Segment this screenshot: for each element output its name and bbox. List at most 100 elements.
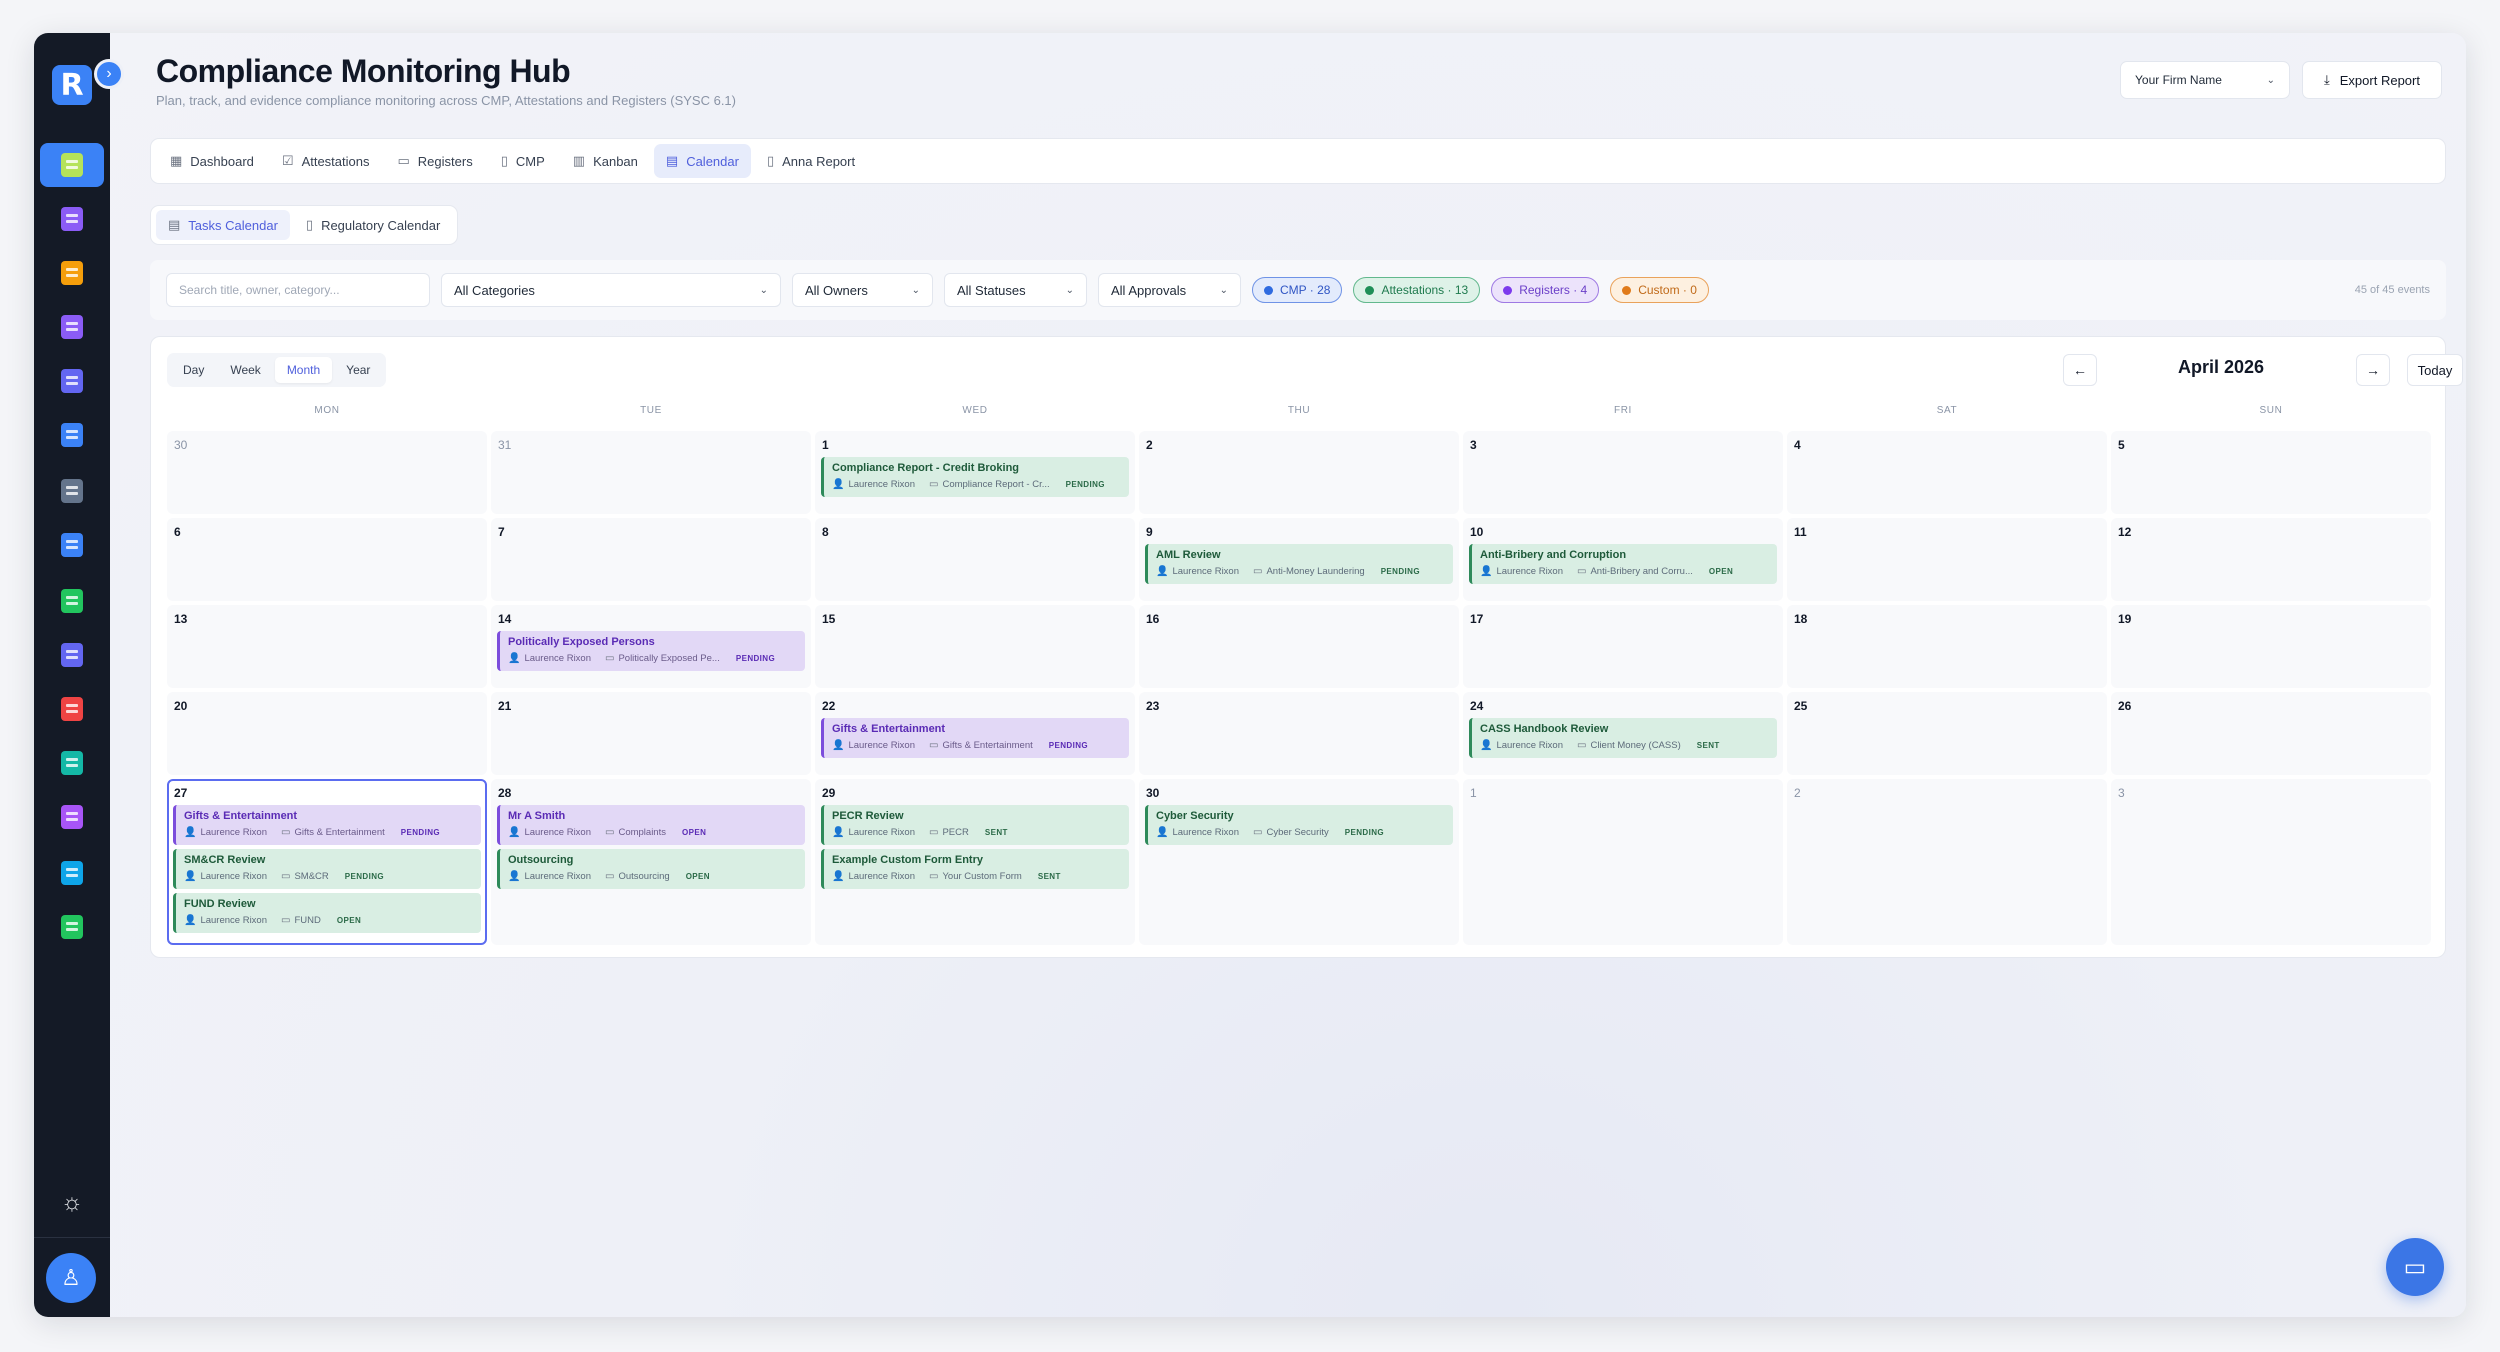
day-cell[interactable]: 3 — [2111, 779, 2431, 945]
sidebar-item-building[interactable] — [40, 251, 104, 295]
tab-kanban[interactable]: ▥ Kanban — [561, 144, 650, 178]
day-cell[interactable]: 30 — [167, 431, 487, 514]
day-cell[interactable]: 7 — [491, 518, 811, 601]
chat-button-message-icon[interactable]: ▭ — [2386, 1238, 2444, 1296]
day-cell[interactable]: 21 — [491, 692, 811, 775]
subtab-regulatory-calendar[interactable]: ▯ Regulatory Calendar — [294, 210, 452, 240]
day-cell[interactable]: 20 — [167, 692, 487, 775]
calendar-event[interactable]: Cyber Security 👤 Laurence Rixon ▭ Cyber Secu… — [1145, 805, 1453, 845]
calendar-event[interactable]: Example Custom Form Entry 👤 Laurence Rixon… — [821, 849, 1129, 889]
day-cell[interactable]: 29 PECR Review 👤 Laurence Rixon ▭ PECR SENT Exa… — [815, 779, 1135, 945]
calendar-event[interactable]: Mr A Smith 👤 Laurence Rixon ▭ Complaints OPEN — [497, 805, 805, 845]
sidebar-item-card[interactable] — [40, 905, 104, 949]
view-day-button[interactable]: Day — [171, 357, 216, 383]
category-select[interactable]: All Categories ⌄ — [441, 273, 781, 307]
day-cell[interactable]: 1 Compliance Report - Credit Broking 👤 Laur… — [815, 431, 1135, 514]
prev-month-arrow-icon[interactable]: ← — [2063, 354, 2097, 386]
view-month-button[interactable]: Month — [274, 357, 333, 383]
day-cell[interactable]: 13 — [167, 605, 487, 688]
user-avatar-button[interactable]: ♙ — [46, 1253, 96, 1303]
theme-toggle-sun-icon[interactable]: ☼ — [52, 1183, 92, 1223]
day-cell[interactable]: 10 Anti-Bribery and Corruption 👤 Laurence R… — [1463, 518, 1783, 601]
firm-select[interactable]: Your Firm Name ⌄ — [2120, 61, 2290, 99]
day-cell[interactable]: 30 Cyber Security 👤 Laurence Rixon ▭ Cyber Se… — [1139, 779, 1459, 945]
app-logo[interactable]: R — [52, 65, 92, 105]
filter-chip-cmp[interactable]: CMP · 28 — [1252, 277, 1343, 303]
day-cell[interactable]: 11 — [1787, 518, 2107, 601]
sidebar-item-policy-doc[interactable] — [40, 197, 104, 241]
calendar-event[interactable]: Outsourcing 👤 Laurence Rixon ▭ Outsourcing OP… — [497, 849, 805, 889]
day-cell[interactable]: 1 — [1463, 779, 1783, 945]
day-cell[interactable]: 15 — [815, 605, 1135, 688]
calendar-event[interactable]: FUND Review 👤 Laurence Rixon ▭ FUND OPEN — [173, 893, 481, 933]
status-select[interactable]: All Statuses ⌄ — [944, 273, 1087, 307]
sidebar-item-search-doc[interactable] — [40, 687, 104, 731]
calendar-event[interactable]: Anti-Bribery and Corruption 👤 Laurence Rix… — [1469, 544, 1777, 584]
day-cell[interactable]: 9 AML Review 👤 Laurence Rixon ▭ Anti-Money La… — [1139, 518, 1459, 601]
day-cell[interactable]: 22 Gifts & Entertainment 👤 Laurence Rixon ▭ G… — [815, 692, 1135, 775]
day-cell[interactable]: 27 Gifts & Entertainment 👤 Laurence Rixon ▭ G… — [167, 779, 487, 945]
day-cell[interactable]: 16 — [1139, 605, 1459, 688]
calendar-event[interactable]: Politically Exposed Persons 👤 Laurence Rix… — [497, 631, 805, 671]
calendar-event[interactable]: Gifts & Entertainment 👤 Laurence Rixon ▭ Gif… — [173, 805, 481, 845]
calendar-event[interactable]: SM&CR Review 👤 Laurence Rixon ▭ SM&CR PENDING — [173, 849, 481, 889]
owner-select[interactable]: All Owners ⌄ — [792, 273, 933, 307]
tab-calendar[interactable]: ▤ Calendar — [653, 144, 751, 178]
tab-registers[interactable]: ▭ Registers — [386, 144, 485, 178]
day-cell[interactable]: 25 — [1787, 692, 2107, 775]
export-report-button[interactable]: ⤓ Export Report — [2302, 61, 2442, 99]
day-cell[interactable]: 2 — [1139, 431, 1459, 514]
sidebar-item-shield[interactable] — [40, 359, 104, 403]
day-cell[interactable]: 31 — [491, 431, 811, 514]
sidebar-item-lock[interactable] — [40, 741, 104, 785]
search-input[interactable] — [166, 273, 430, 307]
calendar-event[interactable]: CASS Handbook Review 👤 Laurence Rixon ▭ Clie… — [1469, 718, 1777, 758]
day-cell[interactable]: 3 — [1463, 431, 1783, 514]
sidebar-collapse-chevron-icon[interactable]: › — [94, 59, 124, 89]
day-cell[interactable]: 12 — [2111, 518, 2431, 601]
day-cell[interactable]: 23 — [1139, 692, 1459, 775]
sidebar-item-users[interactable] — [40, 305, 104, 349]
folder-icon: ▭ — [281, 827, 291, 838]
event-title: Gifts & Entertainment — [184, 810, 298, 822]
search-doc-icon — [61, 697, 83, 721]
day-cell[interactable]: 2 — [1787, 779, 2107, 945]
sidebar-item-chart[interactable] — [40, 413, 104, 457]
day-cell[interactable]: 4 — [1787, 431, 2107, 514]
view-week-button[interactable]: Week — [218, 357, 272, 383]
sidebar-item-report[interactable] — [40, 851, 104, 895]
filter-chip-attestations[interactable]: Attestations · 13 — [1353, 277, 1481, 303]
sidebar-item-badge[interactable] — [40, 579, 104, 623]
tab-anna-report[interactable]: ▯ Anna Report — [755, 144, 867, 178]
filter-chip-custom[interactable]: Custom · 0 — [1610, 277, 1709, 303]
filter-chip-registers[interactable]: Registers · 4 — [1491, 277, 1600, 303]
today-button[interactable]: Today — [2407, 354, 2463, 386]
day-cell[interactable]: 28 Mr A Smith 👤 Laurence Rixon ▭ Complaints OP… — [491, 779, 811, 945]
next-month-arrow-icon[interactable]: → — [2356, 354, 2390, 386]
day-cell[interactable]: 24 CASS Handbook Review 👤 Laurence Rixon ▭ Cl… — [1463, 692, 1783, 775]
weekday-mon: MON — [314, 405, 340, 416]
sidebar-item-list[interactable] — [40, 795, 104, 839]
tab-attestations[interactable]: ☑ Attestations — [270, 144, 382, 178]
sidebar-item-news[interactable] — [40, 469, 104, 513]
tab-dashboard[interactable]: ▦ Dashboard — [158, 144, 266, 178]
day-cell[interactable]: 5 — [2111, 431, 2431, 514]
sidebar-item-compliance-doc[interactable] — [40, 143, 104, 187]
day-cell[interactable]: 19 — [2111, 605, 2431, 688]
day-cell[interactable]: 6 — [167, 518, 487, 601]
day-cell[interactable]: 14 Politically Exposed Persons 👤 Laurence R… — [491, 605, 811, 688]
calendar-event[interactable]: Gifts & Entertainment 👤 Laurence Rixon ▭ Gif… — [821, 718, 1129, 758]
view-year-button[interactable]: Year — [334, 357, 382, 383]
calendar-event[interactable]: Compliance Report - Credit Broking 👤 Laure… — [821, 457, 1129, 497]
day-cell[interactable]: 26 — [2111, 692, 2431, 775]
subtab-tasks-calendar[interactable]: ▤ Tasks Calendar — [156, 210, 290, 240]
calendar-event[interactable]: AML Review 👤 Laurence Rixon ▭ Anti-Money Lau… — [1145, 544, 1453, 584]
approval-select[interactable]: All Approvals ⌄ — [1098, 273, 1241, 307]
calendar-event[interactable]: PECR Review 👤 Laurence Rixon ▭ PECR SENT — [821, 805, 1129, 845]
sidebar-item-monitor[interactable] — [40, 523, 104, 567]
day-cell[interactable]: 17 — [1463, 605, 1783, 688]
day-cell[interactable]: 8 — [815, 518, 1135, 601]
sidebar-item-target[interactable] — [40, 633, 104, 677]
tab-cmp[interactable]: ▯ CMP — [489, 144, 557, 178]
day-cell[interactable]: 18 — [1787, 605, 2107, 688]
